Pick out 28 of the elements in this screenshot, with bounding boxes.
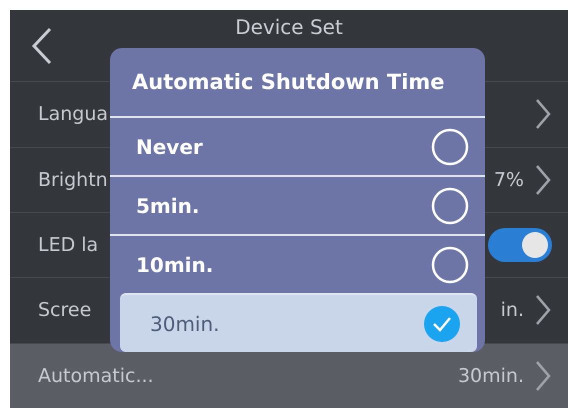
option-label: 30min.: [150, 312, 220, 336]
setting-value: in.: [500, 299, 524, 322]
chevron-icon: [534, 293, 552, 328]
setting-label: LED la: [38, 234, 100, 256]
radio-icon[interactable]: [431, 128, 469, 166]
option-row[interactable]: 30min.: [120, 293, 477, 352]
option-row[interactable]: 5min.: [110, 175, 485, 234]
option-row[interactable]: Never: [110, 118, 485, 175]
chevron-icon: [534, 162, 552, 197]
toggle-switch[interactable]: [488, 228, 552, 262]
radio-icon[interactable]: [431, 246, 469, 284]
option-label: 5min.: [136, 194, 200, 218]
setting-label: Brightn: [38, 168, 109, 191]
chevron-icon: [534, 358, 552, 393]
settings-row[interactable]: Automatic... 30min.: [10, 342, 568, 408]
check-radio-icon[interactable]: [423, 304, 461, 342]
setting-label: Langua: [38, 103, 110, 126]
dialog-title: Automatic Shutdown Time: [110, 48, 485, 118]
radio-icon[interactable]: [431, 186, 469, 224]
back-icon[interactable]: [30, 26, 54, 66]
setting-label: Scree: [38, 299, 92, 322]
setting-value: 30min.: [458, 364, 524, 387]
setting-value: 7%: [494, 168, 524, 191]
screen-title: Device Set: [235, 15, 343, 39]
option-label: Never: [136, 134, 203, 158]
option-label: 10min.: [136, 252, 214, 276]
chevron-icon: [534, 97, 552, 132]
setting-label: Automatic...: [38, 364, 155, 387]
